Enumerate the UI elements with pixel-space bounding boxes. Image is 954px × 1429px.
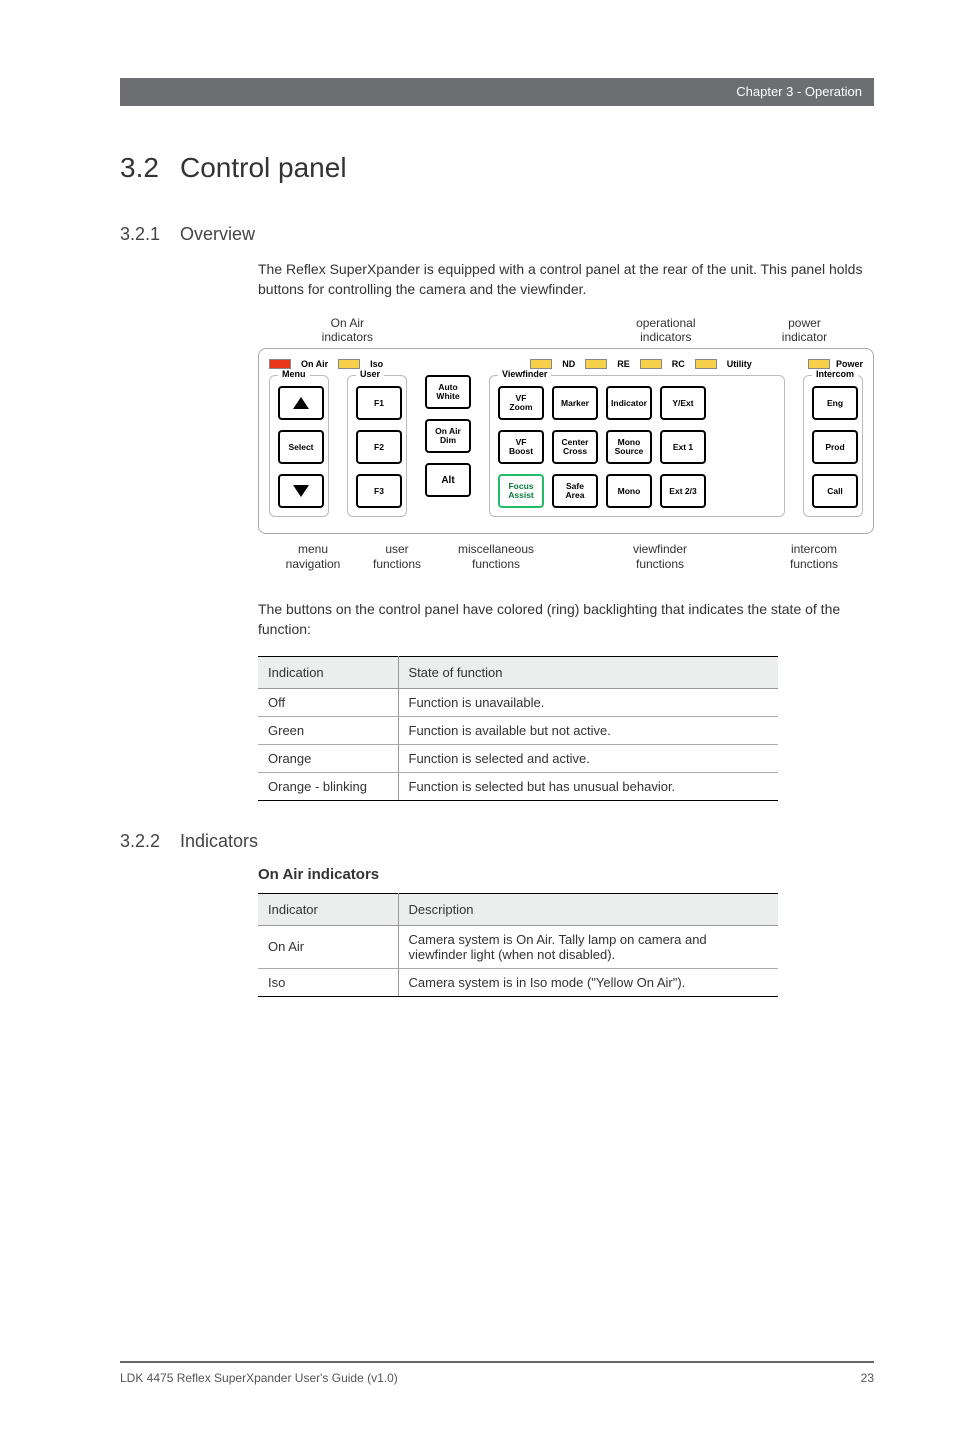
y-ext-button[interactable]: Y/Ext (660, 386, 706, 420)
menu-legend: Menu (278, 369, 310, 379)
triangle-down-icon (293, 485, 309, 497)
call-button[interactable]: Call (812, 474, 858, 508)
table-row: On AirCamera system is On Air. Tally lam… (258, 925, 778, 968)
control-panel-diagram: On Air indicators operational indicators… (258, 316, 874, 572)
re-lamp-label: RE (617, 359, 630, 369)
label-misc-functions: miscellaneous functions (446, 542, 546, 571)
onair-lamp-icon (269, 359, 291, 369)
onair-indicators-table: Indicator Description On AirCamera syste… (258, 893, 778, 997)
footer-left: LDK 4475 Reflex SuperXpander User's Guid… (120, 1371, 398, 1385)
user-group: User F1 F2 F3 (347, 375, 407, 517)
page-footer: LDK 4475 Reflex SuperXpander User's Guid… (120, 1361, 874, 1385)
viewfinder-group: Viewfinder VFZoom Marker Indicator Y/Ext… (489, 375, 785, 517)
table-row: GreenFunction is available but not activ… (258, 716, 778, 744)
f3-button[interactable]: F3 (356, 474, 402, 508)
intercom-legend: Intercom (812, 369, 858, 379)
menu-group: Menu Select (269, 375, 329, 517)
section-title: 3.2Control panel (120, 152, 874, 184)
overview-intro: The Reflex SuperXpander is equipped with… (258, 259, 874, 300)
onair-dim-button[interactable]: On AirDim (425, 419, 471, 453)
section-title-text: Control panel (180, 152, 347, 183)
re-lamp-icon (585, 359, 607, 369)
nd-lamp-icon (530, 359, 552, 369)
rc-lamp-icon (640, 359, 662, 369)
after-diagram-text: The buttons on the control panel have co… (258, 599, 874, 640)
th-indication: Indication (258, 656, 398, 688)
alt-button[interactable]: Alt (425, 463, 471, 497)
triangle-up-icon (293, 397, 309, 409)
label-user-functions: user functions (362, 542, 432, 571)
th-state: State of function (398, 656, 778, 688)
label-intercom-functions: intercom functions (774, 542, 854, 571)
iso-lamp-label: Iso (370, 359, 383, 369)
center-cross-button[interactable]: CenterCross (552, 430, 598, 464)
label-operational-indicators: operational indicators (577, 316, 755, 345)
subsection-indicators: 3.2.2Indicators (120, 831, 874, 852)
viewfinder-legend: Viewfinder (498, 369, 551, 379)
utility-lamp-label: Utility (727, 359, 752, 369)
table-row: Orange - blinkingFunction is selected bu… (258, 772, 778, 800)
rc-lamp-label: RC (672, 359, 685, 369)
menu-select-button[interactable]: Select (278, 430, 324, 464)
label-menu-nav: menu navigation (278, 542, 348, 571)
onair-indicators-head: On Air indicators (258, 866, 874, 883)
subsection-title: Overview (180, 224, 255, 244)
chapter-header: Chapter 3 - Operation (120, 78, 874, 106)
f1-button[interactable]: F1 (356, 386, 402, 420)
vf-boost-button[interactable]: VFBoost (498, 430, 544, 464)
table-row: OffFunction is unavailable. (258, 688, 778, 716)
auto-white-button[interactable]: AutoWhite (425, 375, 471, 409)
utility-lamp-icon (695, 359, 717, 369)
th-description: Description (398, 893, 778, 925)
th-indicator: Indicator (258, 893, 398, 925)
safe-area-button[interactable]: SafeArea (552, 474, 598, 508)
menu-down-button[interactable] (278, 474, 324, 508)
marker-button[interactable]: Marker (552, 386, 598, 420)
panel-outline: On Air Iso ND RE RC Utility Power (258, 348, 874, 534)
mono-button[interactable]: Mono (606, 474, 652, 508)
label-vf-functions: viewfinder functions (560, 542, 760, 571)
user-legend: User (356, 369, 384, 379)
nd-lamp-label: ND (562, 359, 575, 369)
section-number: 3.2 (120, 152, 180, 184)
ext23-button[interactable]: Ext 2/3 (660, 474, 706, 508)
f2-button[interactable]: F2 (356, 430, 402, 464)
table-row: IsoCamera system is in Iso mode ("Yellow… (258, 968, 778, 996)
footer-page-number: 23 (861, 1371, 874, 1385)
vf-zoom-button[interactable]: VFZoom (498, 386, 544, 420)
indicator-button[interactable]: Indicator (606, 386, 652, 420)
subsection-number: 3.2.2 (120, 831, 180, 852)
mono-source-button[interactable]: MonoSource (606, 430, 652, 464)
menu-up-button[interactable] (278, 386, 324, 420)
iso-lamp-icon (338, 359, 360, 369)
onair-lamp-label: On Air (301, 359, 328, 369)
ext1-button[interactable]: Ext 1 (660, 430, 706, 464)
subsection-title: Indicators (180, 831, 258, 851)
table-row: OrangeFunction is selected and active. (258, 744, 778, 772)
intercom-group: Intercom Eng Prod Call (803, 375, 863, 517)
subsection-overview: 3.2.1Overview (120, 224, 874, 245)
power-lamp-label: Power (836, 359, 863, 369)
eng-button[interactable]: Eng (812, 386, 858, 420)
prod-button[interactable]: Prod (812, 430, 858, 464)
misc-group: AutoWhite On AirDim Alt (425, 375, 471, 497)
label-power-indicator: power indicator (755, 316, 854, 345)
subsection-number: 3.2.1 (120, 224, 180, 245)
power-lamp-icon (808, 359, 830, 369)
focus-assist-button[interactable]: FocusAssist (498, 474, 544, 508)
state-table: Indication State of function OffFunction… (258, 656, 778, 801)
label-onair-indicators: On Air indicators (278, 316, 417, 345)
